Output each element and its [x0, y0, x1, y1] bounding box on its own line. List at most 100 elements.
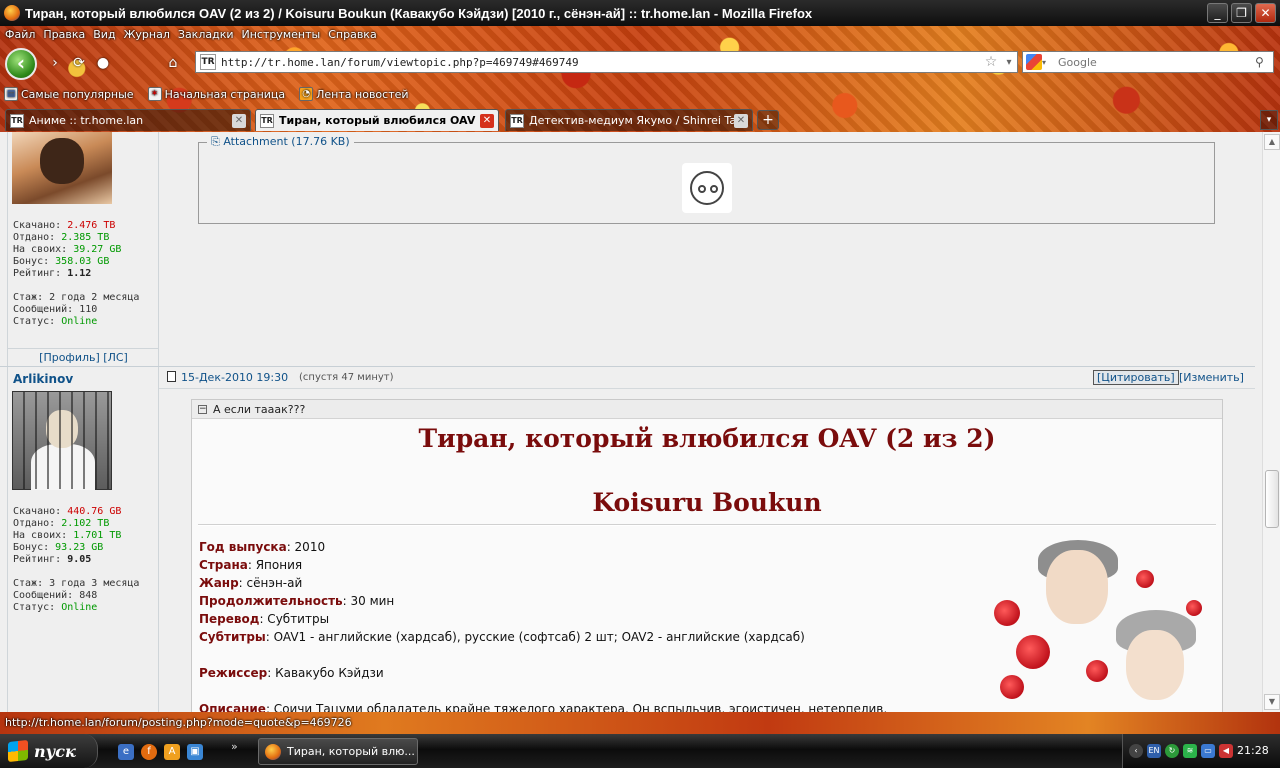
url-bar[interactable]: TR http://tr.home.lan/forum/viewtopic.ph… [195, 51, 1018, 73]
stat-rating: 1.12 [67, 268, 92, 279]
tray-arrow-icon[interactable]: ‹ [1129, 744, 1143, 758]
menu-edit[interactable]: Правка [43, 28, 85, 44]
bookmark-most-visited[interactable]: ▤ Самые популярные [4, 85, 134, 103]
start-button[interactable]: пуск [0, 734, 98, 768]
stat-messages: 848 [79, 590, 98, 601]
stat-label: Скачано: [13, 506, 62, 517]
stat-label: Рейтинг: [13, 554, 62, 565]
paperclip-icon: ⎘ [211, 135, 220, 148]
scroll-thumb[interactable] [1265, 470, 1279, 528]
collapse-icon[interactable]: − [198, 404, 207, 414]
maximize-button[interactable]: ❐ [1231, 3, 1252, 23]
quicklaunch-app-icon[interactable]: ▣ [187, 744, 203, 760]
field-translation: Перевод: Субтитры [199, 612, 329, 626]
tab-current-topic[interactable]: TR Тиран, который влюбился OAV (... ✕ [255, 109, 499, 131]
tray-update-icon[interactable]: ↻ [1165, 744, 1179, 758]
stat-label: Бонус: [13, 542, 50, 553]
post-icon[interactable] [167, 371, 176, 382]
taskbar-clock: 21:28 [1237, 744, 1269, 757]
quote-button[interactable]: [Цитировать] [1093, 370, 1179, 385]
reload-icon[interactable]: ⟳ [70, 54, 88, 72]
anime-title-ru: Тиран, который влюбился OAV (2 из 2) [418, 424, 996, 453]
stop-icon[interactable]: ● [94, 54, 112, 72]
url-text[interactable]: http://tr.home.lan/forum/viewtopic.php?p… [221, 56, 981, 69]
tray-volume-icon[interactable]: ◀ [1219, 744, 1233, 758]
bookmarks-toolbar: ▤ Самые популярные ✶ Начальная страница … [0, 85, 409, 103]
dizzy-face-icon [690, 171, 724, 205]
google-engine-icon[interactable] [1026, 54, 1042, 70]
firefox-icon [4, 5, 20, 21]
stat-uploaded: 2.385 TB [61, 232, 110, 243]
menu-tools[interactable]: Инструменты [242, 28, 321, 44]
cover-image [986, 540, 1216, 712]
menu-file[interactable]: Файл [5, 28, 35, 44]
home-icon[interactable]: ⌂ [164, 54, 182, 72]
new-tab-button[interactable]: + [757, 110, 779, 130]
search-input[interactable] [1052, 55, 1255, 69]
tray-monitor-icon[interactable]: ▭ [1201, 744, 1215, 758]
close-tab-icon[interactable]: ✕ [232, 113, 246, 128]
bookmark-news-feed[interactable]: ◔ Лента новостей [299, 85, 409, 103]
attachment-label: Attachment (17.76 KB) [223, 135, 350, 148]
menu-history[interactable]: Журнал [124, 28, 170, 44]
engine-dropdown-icon[interactable]: ▾ [1042, 58, 1052, 67]
scroll-up-icon[interactable]: ▲ [1264, 134, 1280, 150]
scroll-down-icon[interactable]: ▼ [1264, 694, 1280, 710]
tab-favicon: TR [260, 113, 274, 128]
quicklaunch-browser-icon[interactable]: e [118, 744, 134, 760]
post-header: 15-Дек-2010 19:30 (спустя 47 минут) [Цит… [159, 367, 1255, 389]
quicklaunch-more-icon[interactable]: » [231, 740, 238, 753]
tab-list-button[interactable]: ▾ [1260, 110, 1278, 130]
close-button[interactable]: ✕ [1255, 3, 1276, 23]
stat-label: На своих: [13, 530, 68, 541]
spoiler-title: А если тааак??? [213, 402, 306, 416]
post-date[interactable]: 15-Дек-2010 19:30 [181, 371, 288, 384]
close-tab-icon[interactable]: ✕ [734, 113, 748, 128]
quicklaunch-aimp-icon[interactable]: A [164, 744, 180, 760]
vertical-scrollbar[interactable]: ▲ ▼ [1262, 132, 1280, 712]
search-icon[interactable]: ⚲ [1255, 55, 1273, 69]
forward-icon[interactable]: › [46, 54, 64, 72]
attachment-legend[interactable]: ⎘ Attachment (17.76 KB) [207, 135, 354, 149]
avatar [12, 132, 112, 204]
menu-help[interactable]: Справка [328, 28, 376, 44]
bookmark-star-icon[interactable]: ☆ [981, 54, 1001, 70]
attachment-image[interactable] [682, 163, 732, 213]
window-titlebar: Тиран, который влюбился OAV (2 из 2) / K… [0, 0, 1280, 26]
bookmark-start-page[interactable]: ✶ Начальная страница [147, 85, 285, 103]
url-history-dropdown-icon[interactable]: ▾ [1001, 57, 1017, 68]
minimize-button[interactable]: _ [1207, 3, 1228, 23]
field-value: : сёнэн-ай [238, 576, 303, 590]
stat-tenure: 2 года 2 месяца [49, 292, 140, 303]
stat-label: Отдано: [13, 232, 56, 243]
tray-lang-icon[interactable]: EN [1147, 744, 1161, 758]
taskbar: пуск e f A ▣ » Тиран, который влю... ‹ E… [0, 734, 1280, 768]
tray-network-icon[interactable]: ≋ [1183, 744, 1197, 758]
menu-bookmarks[interactable]: Закладки [178, 28, 234, 44]
poster-stats: Скачано: 2.476 TB Отдано: 2.385 TB На св… [13, 220, 139, 328]
cover-rose [1136, 570, 1154, 588]
tab-yakumo[interactable]: TR Детектив-медиум Якумо / Shinrei Tan..… [505, 109, 753, 131]
stat-label: Статус: [13, 602, 56, 613]
tab-favicon: TR [10, 113, 24, 128]
spoiler-header[interactable]: − А если тааак??? [192, 400, 1222, 419]
quicklaunch-firefox-icon[interactable]: f [141, 744, 157, 760]
tab-strip: TR Аниме :: tr.home.lan ✕ TR Тиран, кото… [0, 109, 1280, 131]
post-time-ago: (спустя 47 минут) [299, 372, 394, 383]
edit-button[interactable]: [Изменить] [1179, 371, 1244, 384]
stat-label: Стаж: [13, 578, 44, 589]
search-bar[interactable]: ▾ ⚲ [1022, 51, 1274, 73]
close-tab-icon[interactable]: ✕ [480, 113, 494, 128]
stat-messages: 110 [79, 304, 98, 315]
poster-username[interactable]: Arlikinov [13, 372, 73, 386]
profile-links[interactable]: [Профиль] [ЛС] [8, 348, 159, 366]
divider [198, 524, 1216, 526]
stat-bonus: 93.23 GB [55, 542, 104, 553]
tab-anime[interactable]: TR Аниме :: tr.home.lan ✕ [5, 109, 251, 131]
start-label: пуск [34, 741, 76, 761]
taskbar-firefox-window[interactable]: Тиран, который влю... [258, 738, 418, 765]
field-label: Страна [199, 558, 248, 572]
bookmark-label: Самые популярные [21, 87, 134, 101]
back-button[interactable]: ‹ [5, 48, 37, 80]
menu-view[interactable]: Вид [93, 28, 115, 44]
